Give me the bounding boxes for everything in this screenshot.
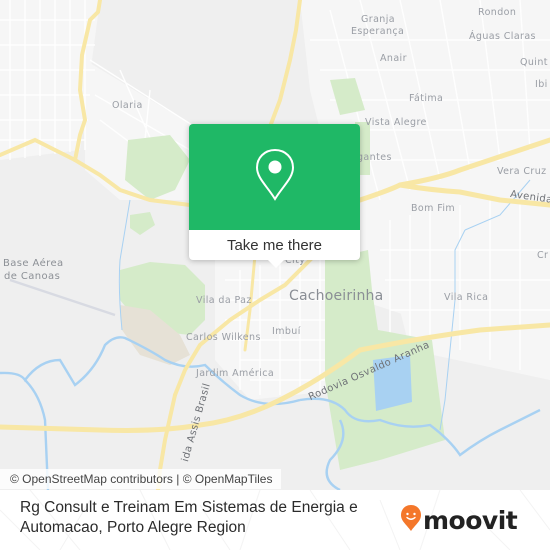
label-granja-esperanca-line2: Esperança	[351, 26, 405, 37]
label-vila-da-paz: Vila da Paz	[196, 295, 252, 306]
airport-runway	[9, 278, 116, 317]
label-base-aerea-line2: de Canoas	[4, 271, 61, 282]
label-imbui: Imbuí	[272, 326, 301, 337]
label-base-aerea-line1: Base Aérea	[3, 258, 64, 269]
label-aguas-claras: Águas Claras	[469, 31, 536, 42]
label-olaria: Olaria	[112, 100, 143, 111]
label-ibi: Ibi	[535, 79, 548, 90]
place-name: Rg Consult e Treinam Em Sistemas de Ener…	[20, 499, 358, 536]
label-jardim-america: Jardim América	[196, 368, 275, 379]
label-navegantes: gantes	[357, 152, 392, 163]
label-vista-alegre: Vista Alegre	[365, 117, 427, 128]
location-popup[interactable]: Take me there	[189, 124, 360, 268]
moovit-face-pin-icon	[400, 504, 422, 537]
label-rondon: Rondon	[478, 7, 517, 18]
label-cachoeirinha: Cachoeirinha	[289, 288, 384, 304]
label-anair: Anair	[380, 53, 407, 64]
popup-header[interactable]	[189, 124, 360, 230]
take-me-there-button[interactable]: Take me there	[189, 230, 360, 260]
map-view[interactable]: Olaria Granja Esperança Rondon Águas Cla…	[0, 0, 550, 490]
label-quinta: Quint	[520, 57, 548, 68]
moovit-logo[interactable]: moovit	[400, 504, 518, 537]
map-pin-icon	[255, 148, 295, 207]
popup-pointer	[267, 259, 285, 268]
map-attribution[interactable]: © OpenStreetMap contributors | © OpenMap…	[0, 469, 282, 489]
moovit-wordmark: moovit	[423, 505, 518, 535]
label-fatima: Fátima	[409, 93, 444, 104]
label-granja-esperanca-line1: Granja	[361, 14, 395, 25]
label-cruz-partial: Cr	[537, 250, 549, 261]
label-vera-cruz: Vera Cruz	[497, 166, 547, 177]
label-vila-rica: Vila Rica	[444, 292, 489, 303]
label-carlos-wilkens: Carlos Wilkens	[186, 332, 261, 343]
label-bom-fim: Bom Fim	[411, 203, 456, 214]
